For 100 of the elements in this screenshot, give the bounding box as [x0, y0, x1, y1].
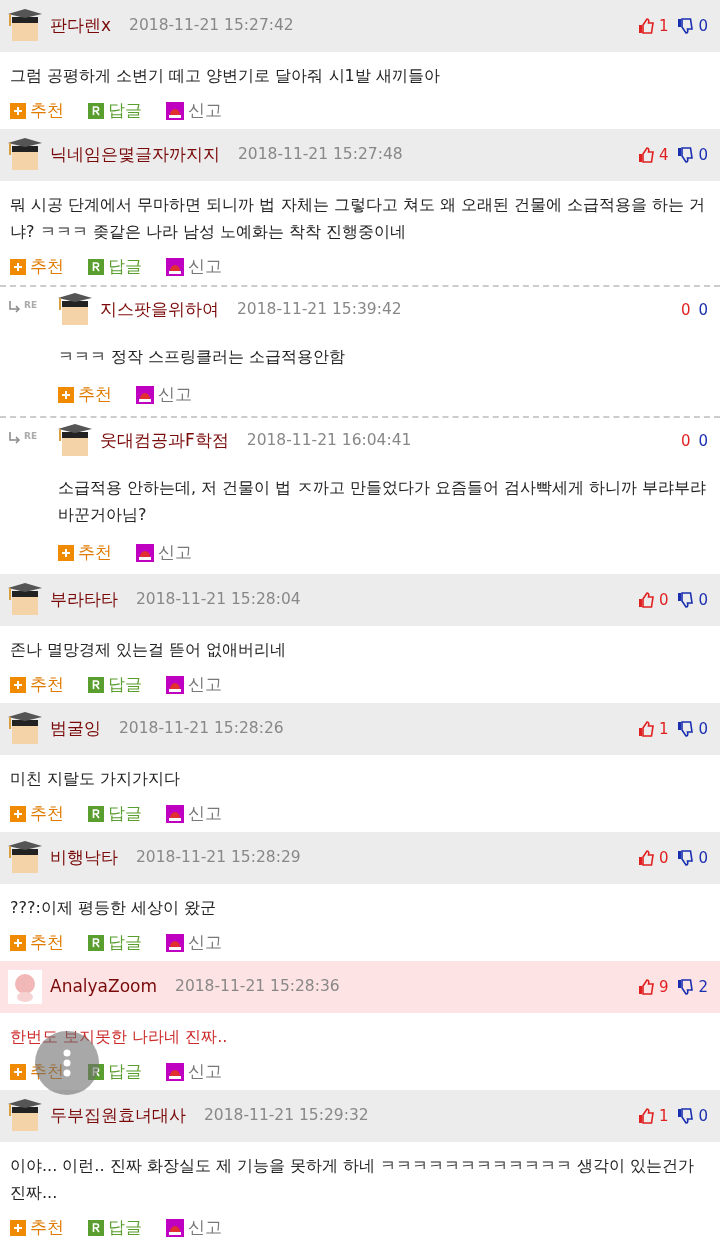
plus-icon — [58, 545, 74, 561]
like-count: 0 — [658, 589, 669, 611]
dislike-count: 0 — [698, 15, 708, 37]
r-letter-icon — [88, 677, 104, 693]
reply-button[interactable]: 답글 — [88, 98, 142, 124]
author-name[interactable]: 웃대컴공과F학점 — [100, 428, 229, 454]
siren-icon — [166, 1219, 184, 1237]
dislike-count: 0 — [698, 718, 708, 740]
like-count: 1 — [658, 718, 669, 740]
author-name[interactable]: 부라타타 — [50, 587, 118, 613]
thumbs-down-icon — [676, 849, 695, 867]
thumbs-up-icon — [636, 146, 655, 164]
comment-date: 2018-11-21 15:29:32 — [204, 1105, 369, 1127]
reply-button[interactable]: 답글 — [88, 930, 142, 956]
plus-icon — [58, 387, 74, 403]
author-name[interactable]: AnalyaZoom — [50, 974, 158, 1000]
report-button[interactable]: 신고 — [166, 254, 222, 280]
comment-date: 2018-11-21 15:28:26 — [119, 718, 284, 740]
siren-icon — [136, 544, 154, 562]
siren-icon — [166, 676, 184, 694]
siren-icon — [136, 386, 154, 404]
comment-text: 존나 멸망경제 있는걸 뜯어 없애버리네 — [9, 639, 288, 661]
reply-arrow-icon — [8, 299, 20, 313]
more-icon — [63, 1049, 71, 1077]
siren-icon — [166, 258, 184, 276]
dislike-count: 0 — [698, 299, 708, 321]
r-letter-icon — [88, 806, 104, 822]
reply-button[interactable]: 답글 — [88, 254, 142, 280]
siren-icon — [166, 102, 184, 120]
report-button[interactable]: 신고 — [166, 930, 222, 956]
report-button[interactable]: 신고 — [166, 1059, 222, 1085]
recommend-button[interactable]: 추천 — [10, 930, 64, 956]
reply-label: RE — [24, 299, 38, 313]
like-count: 0 — [680, 299, 691, 321]
comment-date: 2018-11-21 15:28:29 — [136, 847, 301, 869]
character-avatar-icon — [8, 970, 42, 1004]
comment-text: ???:이제 평등한 세상이 왔군 — [9, 897, 218, 919]
like-count: 9 — [658, 976, 669, 998]
thumbs-up-icon — [636, 720, 655, 738]
thumbs-up-icon — [636, 849, 655, 867]
comment-text: 그럼 공평하게 소변기 떼고 양변기로 달아줘 시1발 새끼들아 — [9, 65, 441, 87]
thumbs-up-icon — [636, 978, 655, 996]
plus-icon — [10, 1064, 26, 1080]
comment-date: 2018-11-21 15:27:42 — [129, 15, 294, 37]
siren-icon — [166, 934, 184, 952]
author-name[interactable]: 비행낙타 — [50, 845, 118, 871]
siren-icon — [166, 805, 184, 823]
author-name[interactable]: 범굴잉 — [50, 716, 101, 742]
reply-button[interactable]: 답글 — [88, 801, 142, 827]
recommend-button[interactable]: 추천 — [58, 382, 112, 408]
dislike-count: 0 — [698, 144, 708, 166]
thumbs-down-icon — [676, 146, 695, 164]
report-button[interactable]: 신고 — [136, 382, 192, 408]
recommend-button[interactable]: 추천 — [58, 540, 112, 566]
author-name[interactable]: 지스팟을위하여 — [100, 297, 219, 323]
reply-arrow-icon — [8, 430, 20, 444]
comment-text: 미친 지랄도 가지가지다 — [9, 768, 182, 790]
r-letter-icon — [88, 1064, 104, 1080]
author-name[interactable]: 판다렌x — [50, 13, 112, 39]
recommend-button[interactable]: 추천 — [10, 672, 64, 698]
recommend-button[interactable]: 추천 — [10, 254, 64, 280]
comment-text: 뭐 시공 단계에서 무마하면 되니까 법 자체는 그렇다고 쳐도 왜 오래된 건물에 소급적용을 하는 거냐? ㅋㅋㅋ 좆같은 나라 남성 노예화는 착착 진행중이네 — [9, 194, 707, 243]
comment-text: 소급적용 안하는데, 저 건물이 법 ㅈ까고 만들었다가 요즘들어 검사빡세게 하니까 부랴부랴 바꾼거아님? — [58, 477, 707, 526]
author-name[interactable]: 닉네임은몇글자까지지 — [50, 142, 220, 168]
like-count: 0 — [680, 430, 691, 452]
comment-date: 2018-11-21 15:28:04 — [136, 589, 301, 611]
graduate-avatar-icon — [58, 293, 92, 327]
comment-text: 이야... 이런.. 진짜 화장실도 제 기능을 못하게 하네 ㅋㅋㅋㅋㅋㅋㅋㅋㅋㅋㅋㅋ 생각이 있는건가 진짜... — [9, 1155, 696, 1204]
dislike-count: 0 — [698, 430, 708, 452]
comment-text: 한번도 보지못한 나라네 진짜.. — [9, 1026, 229, 1048]
thumbs-down-icon — [676, 17, 695, 35]
r-letter-icon — [88, 103, 104, 119]
reply-button[interactable]: 답글 — [88, 672, 142, 698]
report-button[interactable]: 신고 — [166, 672, 222, 698]
dislike-count: 0 — [698, 589, 708, 611]
graduate-avatar-icon — [8, 9, 42, 43]
reply-button[interactable]: 답글 — [88, 1059, 142, 1085]
recommend-button[interactable]: 추천 — [10, 1215, 64, 1239]
report-button[interactable]: 신고 — [136, 540, 192, 566]
recommend-button[interactable]: 추천 — [10, 801, 64, 827]
graduate-avatar-icon — [8, 1099, 42, 1133]
report-button[interactable]: 신고 — [166, 801, 222, 827]
graduate-avatar-icon — [8, 712, 42, 746]
reply-button[interactable]: 답글 — [88, 1215, 142, 1239]
siren-icon — [166, 1063, 184, 1081]
graduate-avatar-icon — [8, 841, 42, 875]
thumbs-up-icon — [636, 591, 655, 609]
recommend-button[interactable]: 추천 — [10, 98, 64, 124]
report-button[interactable]: 신고 — [166, 98, 222, 124]
report-button[interactable]: 신고 — [166, 1215, 222, 1239]
comment-date: 2018-11-21 16:04:41 — [246, 430, 412, 452]
comment-date: 2018-11-21 15:28:36 — [175, 976, 340, 998]
comment-text: ㅋㅋㅋ 정작 스프링클러는 소급적용안함 — [58, 346, 347, 368]
r-letter-icon — [88, 259, 104, 275]
plus-icon — [10, 1220, 26, 1236]
like-count: 1 — [658, 15, 669, 37]
dislike-count: 0 — [698, 1105, 708, 1127]
plus-icon — [10, 806, 26, 822]
thumbs-up-icon — [636, 1107, 655, 1125]
author-name[interactable]: 두부집원효녀대사 — [50, 1103, 186, 1129]
